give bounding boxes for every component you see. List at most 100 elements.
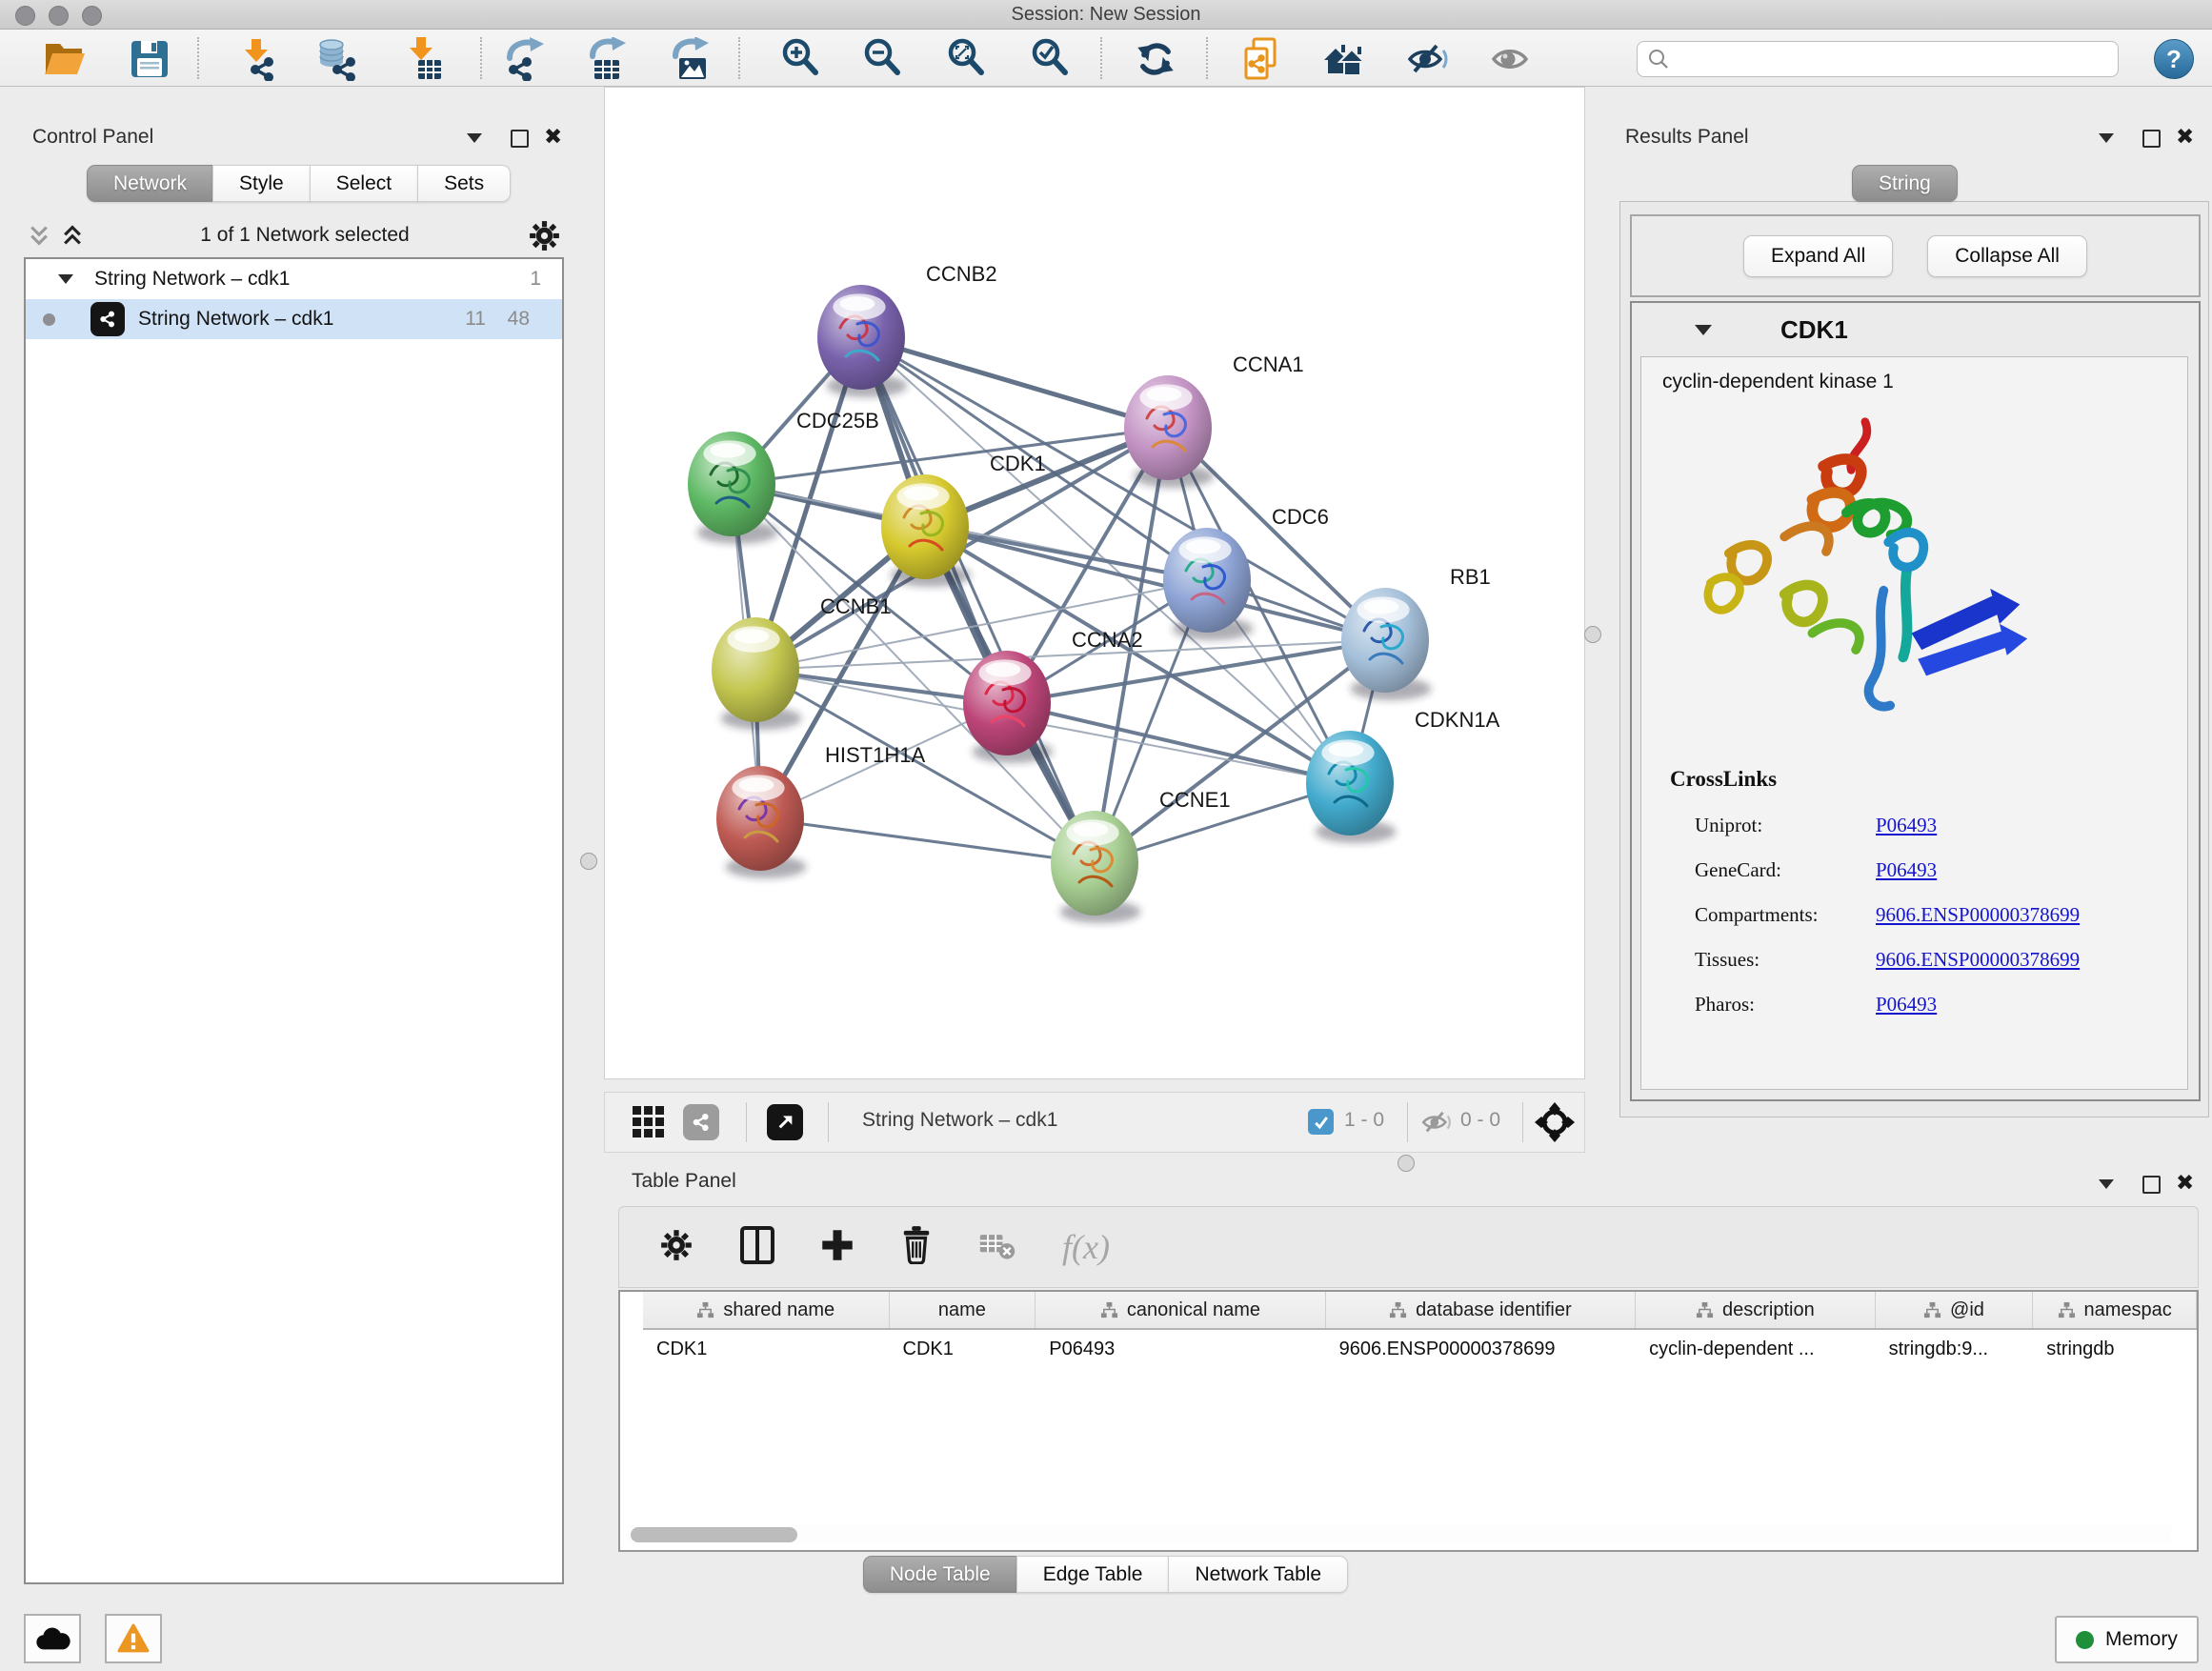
network-node[interactable]: HIST1H1A — [716, 743, 925, 878]
copy-network-icon[interactable] — [1237, 36, 1283, 82]
scrollbar-thumb[interactable] — [631, 1527, 797, 1542]
crosslink-value-link[interactable]: P06493 — [1876, 858, 1937, 882]
column-header[interactable]: description — [1636, 1292, 1876, 1328]
table-horizontal-scrollbar[interactable] — [628, 1525, 2171, 1544]
collapse-all-icon[interactable] — [29, 225, 50, 246]
network-edge[interactable] — [861, 337, 1168, 428]
window-close-button[interactable] — [15, 6, 35, 26]
help-button[interactable]: ? — [2154, 39, 2194, 79]
control-panel-close-icon[interactable]: ✖ — [544, 128, 562, 147]
table-panel-close-icon[interactable]: ✖ — [2176, 1174, 2194, 1193]
zoom-in-icon[interactable] — [777, 36, 823, 82]
zoom-fit-icon[interactable] — [943, 36, 989, 82]
expand-all-button[interactable]: Expand All — [1743, 235, 1893, 277]
network-node[interactable]: CCNA1 — [1124, 352, 1304, 488]
results-panel-close-icon[interactable]: ✖ — [2176, 128, 2194, 147]
zoom-out-icon[interactable] — [859, 36, 905, 82]
entry-collapse-icon[interactable] — [1695, 325, 1712, 335]
crosslink-value-link[interactable]: 9606.ENSP00000378699 — [1876, 948, 2080, 972]
network-node[interactable]: CDKN1A — [1306, 708, 1500, 843]
birds-eye-crosshair-icon[interactable] — [1535, 1102, 1575, 1147]
network-edge[interactable] — [1007, 703, 1350, 783]
tab-string[interactable]: String — [1852, 165, 1958, 202]
export-network-icon[interactable] — [501, 36, 547, 82]
network-share-view-icon[interactable] — [683, 1104, 719, 1140]
tab-sets[interactable]: Sets — [417, 165, 511, 202]
show-columns-icon[interactable] — [740, 1226, 774, 1269]
table-cell[interactable]: stringdb:9... — [1876, 1330, 2034, 1368]
hide-selected-icon[interactable] — [1405, 36, 1451, 82]
control-panel-menu-icon[interactable] — [467, 133, 482, 143]
cloud-status-button[interactable] — [24, 1614, 81, 1663]
column-header[interactable]: database identifier — [1326, 1292, 1636, 1328]
table-cell[interactable]: stringdb — [2033, 1330, 2197, 1368]
tab-node-table[interactable]: Node Table — [863, 1556, 1017, 1593]
crosslink-value-link[interactable]: 9606.ENSP00000378699 — [1876, 903, 2080, 927]
left-splitter-handle[interactable] — [580, 853, 597, 870]
bottom-splitter-handle[interactable] — [1398, 1155, 1415, 1172]
open-view-in-window-icon[interactable] — [767, 1104, 803, 1140]
column-header[interactable]: namespac — [2033, 1292, 2197, 1328]
refresh-layout-icon[interactable] — [1133, 36, 1178, 82]
import-network-icon[interactable] — [235, 36, 281, 82]
tab-network[interactable]: Network — [87, 165, 213, 202]
network-node[interactable]: CCNB1 — [712, 594, 892, 730]
delete-column-trash-icon[interactable] — [900, 1226, 933, 1269]
network-options-gear-icon[interactable] — [527, 218, 562, 253]
import-table-icon[interactable] — [400, 36, 446, 82]
delete-table-icon[interactable] — [978, 1229, 1016, 1266]
export-table-icon[interactable] — [584, 36, 630, 82]
table-cell[interactable]: 9606.ENSP00000378699 — [1326, 1330, 1636, 1368]
network-edge[interactable] — [760, 818, 1095, 863]
open-session-icon[interactable] — [42, 36, 88, 82]
results-panel-menu-icon[interactable] — [2099, 133, 2114, 143]
network-node[interactable]: CCNB2 — [817, 262, 997, 397]
network-row[interactable]: String Network – cdk1 11 48 — [26, 299, 562, 339]
crosslink-value-link[interactable]: P06493 — [1876, 814, 1937, 837]
results-panel-float-icon[interactable] — [2142, 130, 2161, 148]
tab-network-table[interactable]: Network Table — [1168, 1556, 1348, 1593]
memory-button[interactable]: Memory — [2055, 1616, 2199, 1663]
column-header[interactable]: canonical name — [1036, 1292, 1325, 1328]
network-node[interactable]: CCNE1 — [1051, 788, 1231, 923]
expand-all-icon[interactable] — [62, 225, 83, 246]
selected-checkbox-icon[interactable] — [1308, 1109, 1334, 1135]
network-view-canvas[interactable]: CCNB2CCNA1CDC25BCDK1CDC6RB1CCNB1CCNA2CDK… — [604, 87, 1585, 1079]
column-header[interactable]: name — [890, 1292, 1036, 1328]
function-builder-icon[interactable]: f(x) — [1062, 1227, 1110, 1267]
network-collection-row[interactable]: String Network – cdk1 1 — [26, 259, 562, 299]
network-canvas-svg[interactable]: CCNB2CCNA1CDC25BCDK1CDC6RB1CCNB1CCNA2CDK… — [605, 88, 1584, 1078]
grid-view-icon[interactable] — [632, 1105, 666, 1144]
table-cell[interactable]: CDK1 — [643, 1330, 890, 1368]
table-cell[interactable]: cyclin-dependent ... — [1636, 1330, 1876, 1368]
network-node[interactable]: RB1 — [1341, 565, 1491, 700]
window-zoom-button[interactable] — [82, 6, 102, 26]
import-network-from-database-icon[interactable] — [315, 36, 361, 82]
table-settings-gear-icon[interactable] — [658, 1227, 694, 1268]
zoom-selected-icon[interactable] — [1027, 36, 1073, 82]
table-cell[interactable]: P06493 — [1036, 1330, 1325, 1368]
control-panel-float-icon[interactable] — [511, 130, 529, 148]
table-panel-float-icon[interactable] — [2142, 1176, 2161, 1194]
add-column-icon[interactable] — [820, 1228, 855, 1267]
save-session-icon[interactable] — [127, 36, 172, 82]
tab-style[interactable]: Style — [212, 165, 311, 202]
warnings-button[interactable] — [105, 1614, 162, 1663]
hidden-eye-icon[interactable] — [1420, 1107, 1453, 1142]
home-icon[interactable] — [1321, 36, 1367, 82]
network-edge[interactable] — [861, 337, 1095, 863]
table-panel-menu-icon[interactable] — [2099, 1179, 2114, 1189]
show-all-icon[interactable] — [1488, 36, 1534, 82]
collapse-all-button[interactable]: Collapse All — [1927, 235, 2087, 277]
table-cell[interactable]: CDK1 — [890, 1330, 1036, 1368]
column-header[interactable]: shared name — [643, 1292, 890, 1328]
export-image-icon[interactable] — [667, 36, 713, 82]
tab-select[interactable]: Select — [310, 165, 418, 202]
search-field[interactable] — [1637, 41, 2119, 77]
column-header[interactable]: @id — [1876, 1292, 2034, 1328]
search-input[interactable] — [1670, 48, 2093, 70]
table-row[interactable]: CDK1CDK1P064939606.ENSP00000378699cyclin… — [643, 1330, 2197, 1368]
crosslink-value-link[interactable]: P06493 — [1876, 993, 1937, 1017]
window-minimize-button[interactable] — [49, 6, 69, 26]
tab-edge-table[interactable]: Edge Table — [1016, 1556, 1170, 1593]
